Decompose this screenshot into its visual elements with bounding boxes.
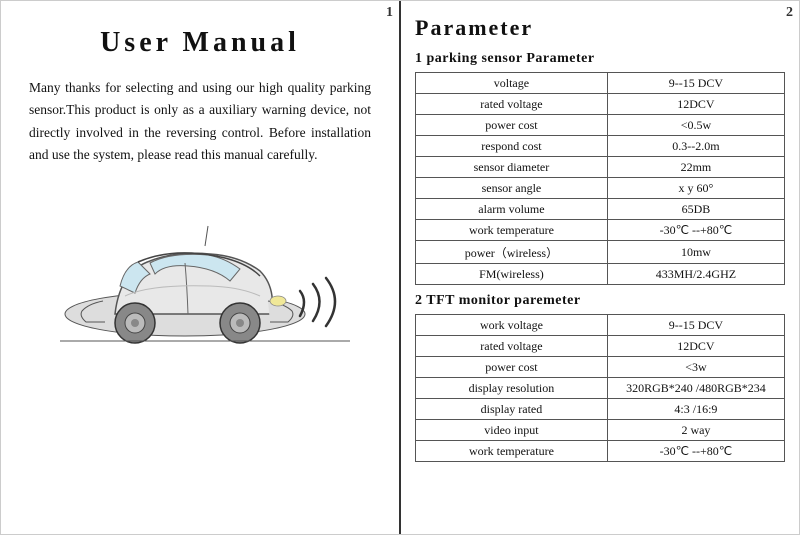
table-row: power（wireless）10mw — [416, 241, 785, 264]
table-row: voltage9--15 DCV — [416, 73, 785, 94]
page-container: 1 User Manual Many thanks for selecting … — [0, 0, 800, 535]
table-row: video input2 way — [416, 420, 785, 441]
table-row: sensor diameter22mm — [416, 157, 785, 178]
table-row: alarm volume65DB — [416, 199, 785, 220]
table-row: display resolution320RGB*240 /480RGB*234 — [416, 378, 785, 399]
left-panel: 1 User Manual Many thanks for selecting … — [1, 1, 401, 534]
table-row: FM(wireless)433MH/2.4GHZ — [416, 264, 785, 285]
parameter-title: Parameter — [415, 15, 785, 41]
section1-heading: 1 parking sensor Parameter — [415, 51, 785, 67]
table-row: respond cost0.3--2.0m — [416, 136, 785, 157]
table-row: power cost<3w — [416, 357, 785, 378]
manual-title: User Manual — [25, 27, 375, 59]
manual-body: Many thanks for selecting and using our … — [25, 77, 375, 166]
car-svg — [30, 196, 370, 356]
table-row: rated voltage12DCV — [416, 94, 785, 115]
page-number-right: 2 — [786, 5, 793, 21]
table-row: rated voltage12DCV — [416, 336, 785, 357]
table-row: work temperature-30℃ --+80℃ — [416, 220, 785, 241]
param-table-2: work voltage9--15 DCVrated voltage12DCVp… — [415, 314, 785, 462]
table-row: work temperature-30℃ --+80℃ — [416, 441, 785, 462]
page-number-left: 1 — [386, 5, 393, 21]
param-table-1: voltage9--15 DCVrated voltage12DCVpower … — [415, 72, 785, 285]
car-illustration — [25, 186, 375, 366]
right-panel: 2 Parameter 1 parking sensor Parameter v… — [401, 1, 799, 534]
table-row: work voltage9--15 DCV — [416, 315, 785, 336]
section2-heading: 2 TFT monitor paremeter — [415, 293, 785, 309]
table-row: sensor anglex y 60° — [416, 178, 785, 199]
table-row: power cost<0.5w — [416, 115, 785, 136]
table-row: display rated4:3 /16:9 — [416, 399, 785, 420]
